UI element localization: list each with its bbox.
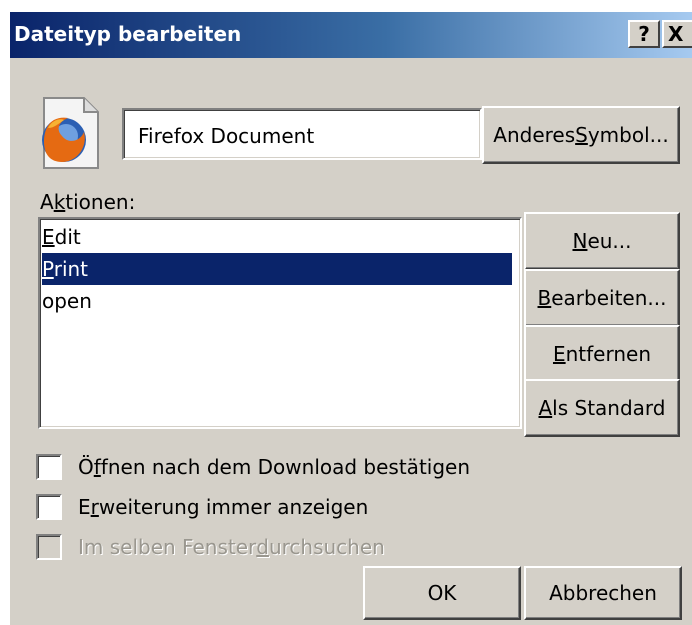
window-title: Dateityp bearbeiten xyxy=(14,22,242,46)
always-show-extension-option[interactable]: Er weiterung immer anzeigen xyxy=(36,492,368,522)
ok-label: OK xyxy=(427,581,457,605)
always-show-extension-label: E xyxy=(78,495,91,519)
remove-accel: E xyxy=(552,342,566,366)
cancel-button[interactable]: Abbrechen xyxy=(524,566,682,620)
always-show-extension-label-rest: weiterung immer anzeigen xyxy=(98,495,369,519)
browse-same-window-checkbox xyxy=(36,534,62,560)
confirm-open-accel: f xyxy=(93,455,101,479)
ok-button[interactable]: OK xyxy=(363,566,521,620)
list-item-label: rint xyxy=(53,257,89,281)
actions-list[interactable]: Edit Print open xyxy=(38,217,522,429)
new-action-button[interactable]: Neu... xyxy=(524,212,680,270)
edit-accel: B xyxy=(537,286,552,310)
file-type-description-field[interactable]: Firefox Document xyxy=(122,108,482,160)
confirm-open-label: Ö xyxy=(78,455,94,479)
browse-same-window-option: Im selben Fenster d urchsuchen xyxy=(36,532,385,562)
help-label: ? xyxy=(638,22,650,46)
edit-label: earbeiten... xyxy=(551,286,667,310)
close-label: X xyxy=(668,22,684,46)
confirm-open-label-rest: fnen nach dem Download bestätigen xyxy=(100,455,471,479)
always-show-extension-accel: r xyxy=(90,495,99,519)
default-accel: A xyxy=(538,396,553,420)
list-item-label: open xyxy=(42,289,92,313)
list-item[interactable]: open xyxy=(42,285,512,317)
cancel-label: Abbrechen xyxy=(549,581,657,605)
always-show-extension-checkbox[interactable] xyxy=(36,494,62,520)
firefox-icon xyxy=(34,92,104,172)
default-label: ls Standard xyxy=(552,396,666,420)
help-button[interactable]: ? xyxy=(628,20,660,48)
title-bar[interactable]: Dateityp bearbeiten ? X xyxy=(10,12,692,58)
edit-file-type-dialog: Dateityp bearbeiten ? X Firefox Document… xyxy=(10,12,692,625)
list-item[interactable]: Edit xyxy=(42,221,512,253)
remove-action-button[interactable]: Entfernen xyxy=(524,325,680,383)
change-icon-label: Anderes xyxy=(493,123,576,147)
list-item-selected[interactable]: Print xyxy=(42,253,512,285)
confirm-open-checkbox[interactable] xyxy=(36,454,62,480)
list-item-accel: P xyxy=(42,257,54,281)
new-accel: N xyxy=(572,229,588,253)
set-default-button[interactable]: Als Standard xyxy=(524,379,680,437)
list-item-label: dit xyxy=(54,225,81,249)
description-value: Firefox Document xyxy=(138,124,315,148)
change-icon-label-rest: ymbol... xyxy=(587,123,669,147)
browse-same-window-label-rest: urchsuchen xyxy=(268,535,385,559)
actions-label-accel: k xyxy=(53,190,66,214)
change-icon-button[interactable]: Anderes Symbol... xyxy=(482,106,680,164)
change-icon-accel: S xyxy=(575,123,588,147)
actions-label-post: tionen: xyxy=(65,190,136,214)
actions-label-pre: A xyxy=(40,190,54,214)
new-label: eu... xyxy=(587,229,632,253)
browse-same-window-accel: d xyxy=(256,535,269,559)
edit-action-button[interactable]: Bearbeiten... xyxy=(524,269,680,327)
browse-same-window-label: Im selben Fenster xyxy=(78,535,257,559)
remove-label: ntfernen xyxy=(565,342,652,366)
confirm-open-option[interactable]: Öf fnen nach dem Download bestätigen xyxy=(36,452,470,482)
actions-label: Aktionen: xyxy=(40,190,135,214)
close-button[interactable]: X xyxy=(662,20,692,48)
list-item-accel: E xyxy=(42,225,55,249)
